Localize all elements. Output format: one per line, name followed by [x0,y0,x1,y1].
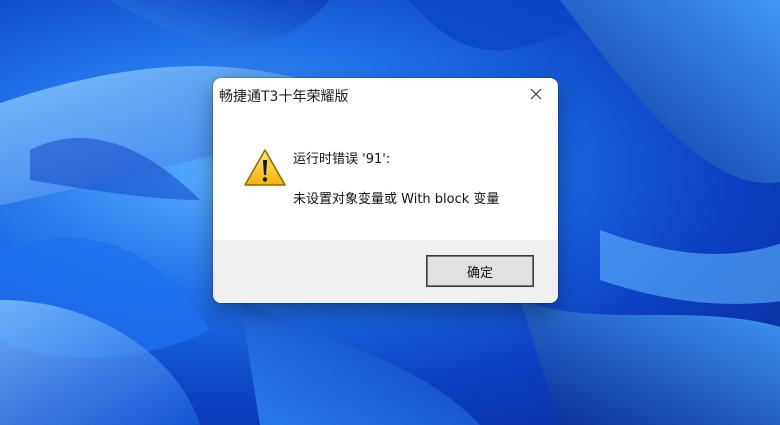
close-button[interactable] [514,78,558,110]
dialog-content: 运行时错误 '91': 未设置对象变量或 With block 变量 [213,110,558,240]
dialog-titlebar[interactable]: 畅捷通T3十年荣耀版 [213,78,558,110]
error-dialog: 畅捷通T3十年荣耀版 运行时错误 '91': 未设置对象变量或 With blo… [213,78,558,303]
warning-icon [244,149,286,186]
dialog-footer: 确定 [213,240,558,303]
dialog-title: 畅捷通T3十年荣耀版 [219,89,349,105]
close-icon [530,88,542,100]
error-message-detail: 未设置对象变量或 With block 变量 [293,192,500,207]
error-message-title: 运行时错误 '91': [293,152,391,167]
ok-button[interactable]: 确定 [426,255,534,287]
